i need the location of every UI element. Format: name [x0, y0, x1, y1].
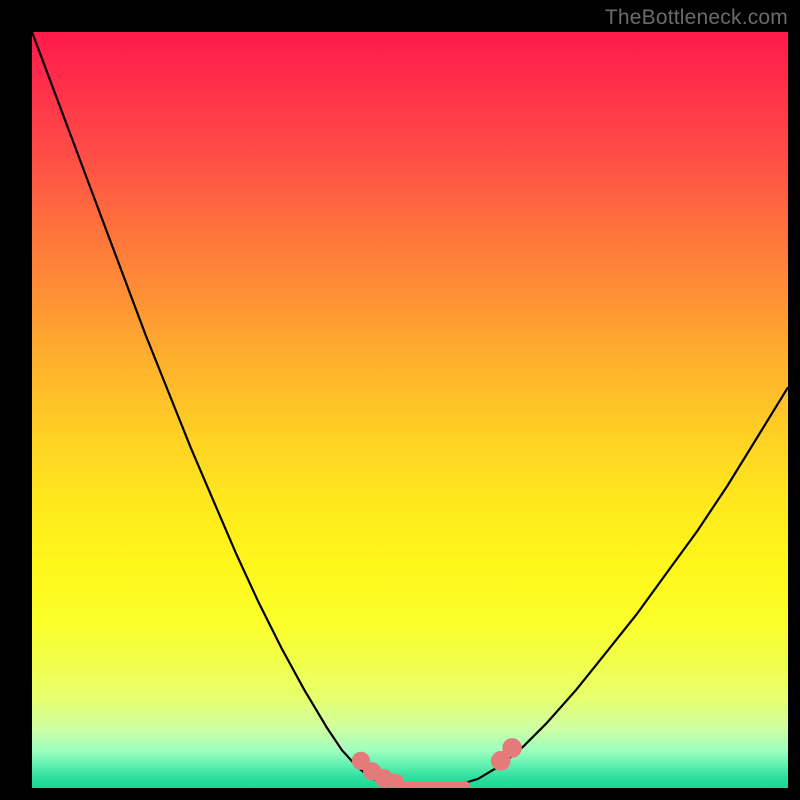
- watermark-text: TheBottleneck.com: [605, 6, 788, 30]
- trough-marker-bar: [402, 781, 470, 788]
- bottleneck-curve: [32, 32, 788, 788]
- chart-frame: TheBottleneck.com: [0, 0, 800, 800]
- marker-dot: [502, 738, 522, 758]
- curve-markers: [352, 723, 535, 788]
- curve-path: [32, 32, 788, 787]
- plot-area: [32, 32, 788, 788]
